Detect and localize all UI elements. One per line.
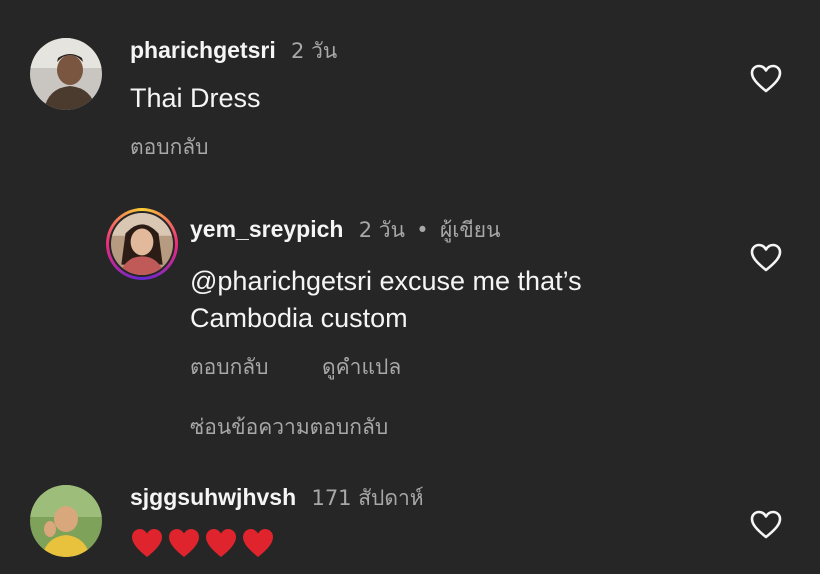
avatar[interactable]	[30, 38, 102, 110]
comment-text: @pharichgetsri excuse me that’s Cambodia…	[190, 263, 582, 337]
username[interactable]: sjggsuhwjhvsh	[130, 484, 296, 510]
heart-outline-icon	[750, 64, 782, 93]
username[interactable]: yem_sreypich	[190, 216, 343, 242]
comment-emoji-text	[130, 527, 275, 559]
username[interactable]: pharichgetsri	[130, 37, 276, 63]
comment-header: yem_sreypich 2 วัน • ผู้เขียน	[190, 215, 500, 244]
story-ring-avatar[interactable]	[106, 208, 178, 280]
user-avatar-image	[30, 485, 102, 557]
comment-header: pharichgetsri 2 วัน	[130, 36, 337, 65]
like-button[interactable]	[750, 510, 782, 540]
comment-text-line: @pharichgetsri excuse me that’s	[190, 266, 582, 296]
see-translation-button[interactable]: ดูคำแปล	[322, 351, 401, 384]
separator-dot: •	[416, 218, 429, 242]
comment-text-line: Cambodia custom	[190, 303, 408, 333]
avatar[interactable]	[30, 485, 102, 557]
timestamp: 171 สัปดาห์	[311, 486, 424, 510]
reply-button[interactable]: ตอบกลับ	[190, 351, 269, 384]
timestamp: 2 วัน	[358, 218, 405, 242]
author-badge: ผู้เขียน	[439, 218, 501, 242]
comment-header: sjggsuhwjhvsh 171 สัปดาห์	[130, 483, 424, 512]
like-button[interactable]	[750, 64, 782, 94]
comment-text: Thai Dress	[130, 83, 261, 113]
hide-replies-button[interactable]: ซ่อนข้อความตอบกลับ	[190, 411, 388, 444]
user-avatar-image	[111, 213, 173, 275]
red-heart-emoji	[169, 529, 199, 557]
user-avatar-image	[30, 38, 102, 110]
timestamp: 2 วัน	[291, 39, 338, 63]
heart-outline-icon	[750, 510, 782, 539]
reply-button[interactable]: ตอบกลับ	[130, 131, 209, 164]
red-heart-emoji	[243, 529, 273, 557]
comments-screen: pharichgetsri 2 วัน Thai Dress ตอบกลับ y…	[0, 0, 820, 574]
like-button[interactable]	[750, 243, 782, 273]
red-heart-emoji	[132, 529, 162, 557]
heart-outline-icon	[750, 243, 782, 272]
red-heart-emoji	[206, 529, 236, 557]
